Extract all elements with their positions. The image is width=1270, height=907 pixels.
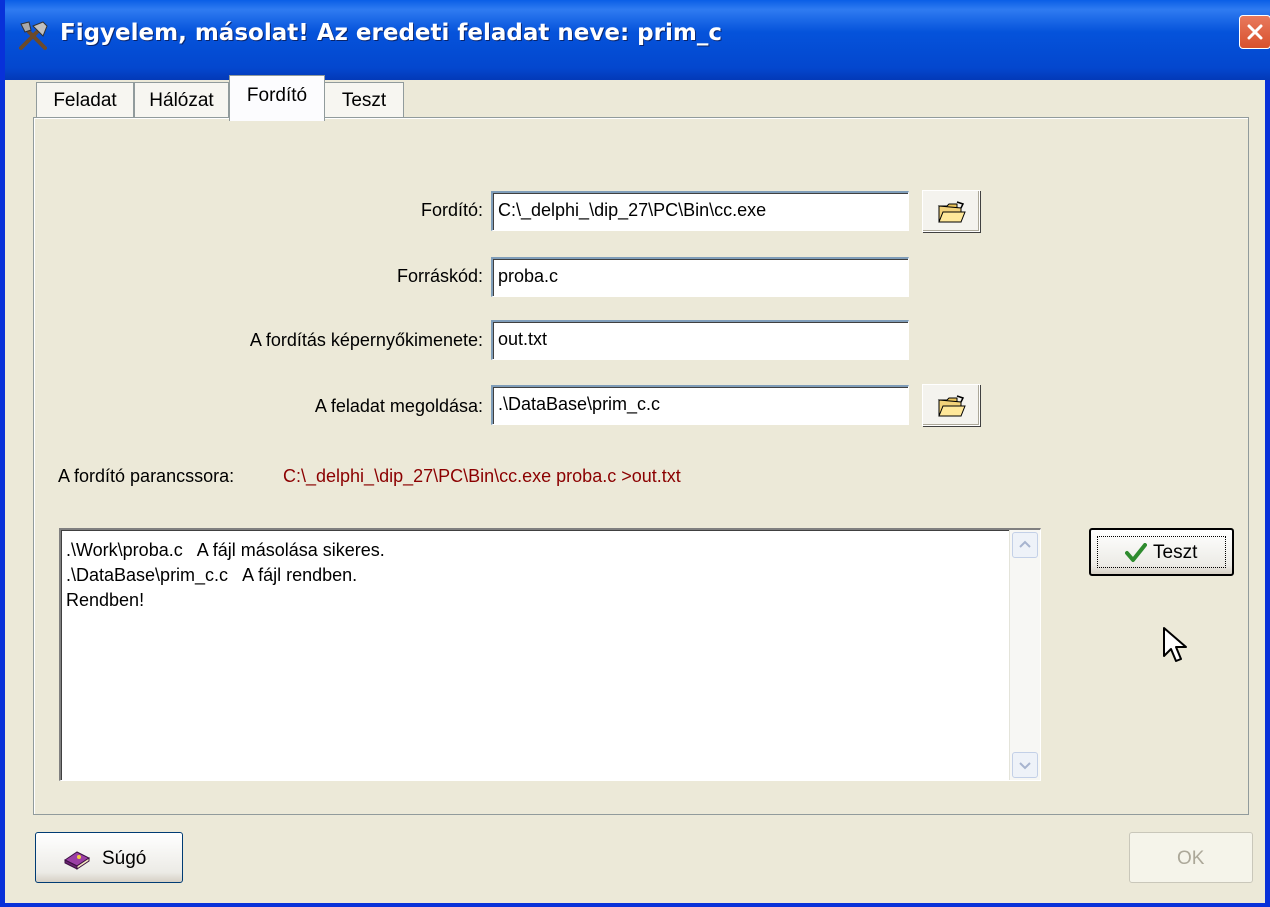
command-line-label: A fordító parancssora: (58, 466, 235, 486)
log-line: .\Work\proba.c A fájl másolása sikeres. (66, 540, 385, 560)
log-lines: .\Work\proba.c A fájl másolása sikeres. … (66, 538, 385, 613)
tab-feladat[interactable]: Feladat (36, 82, 134, 118)
log-scrollbar[interactable] (1009, 530, 1040, 780)
compiler-field[interactable]: C:\_delphi_\dip_27\PC\Bin\cc.exe (491, 191, 909, 231)
tools-icon (19, 21, 48, 50)
test-button-label: Teszt (1153, 542, 1198, 563)
help-book-icon (64, 851, 90, 870)
log-line: Rendben! (66, 590, 145, 610)
log-output[interactable]: .\Work\proba.c A fájl másolása sikeres. … (59, 528, 1041, 781)
help-button-label: Súgó (102, 848, 147, 869)
compiler-label: Fordító: (420, 200, 483, 220)
test-button[interactable]: Teszt (1089, 528, 1234, 576)
log-line: .\DataBase\prim_c.c A fájl rendben. (66, 565, 358, 585)
ok-button[interactable]: OK (1129, 832, 1253, 883)
solution-label: A feladat megoldása: (314, 396, 483, 416)
solution-browse-button[interactable] (922, 384, 980, 426)
source-label: Forráskód: (396, 266, 483, 286)
window-title: Figyelem, másolat! Az eredeti feladat ne… (60, 20, 722, 46)
mouse-cursor-icon (1163, 627, 1187, 662)
close-button[interactable] (1239, 15, 1270, 49)
command-line-value: C:\_delphi_\dip_27\PC\Bin\cc.exe proba.c… (283, 466, 681, 486)
tab-halozat[interactable]: Hálózat (134, 82, 229, 118)
chevron-down-icon (1019, 762, 1031, 770)
help-button[interactable]: Súgó (35, 832, 183, 883)
output-field[interactable]: out.txt (491, 320, 909, 360)
scroll-down-button[interactable] (1012, 752, 1038, 778)
tab-teszt[interactable]: Teszt (324, 82, 404, 118)
title-bar[interactable]: Figyelem, másolat! Az eredeti feladat ne… (5, 0, 1270, 80)
chevron-up-icon (1019, 540, 1031, 548)
checkmark-icon (1125, 543, 1147, 562)
close-icon (1247, 24, 1263, 40)
ok-button-label: OK (1177, 848, 1205, 869)
source-field[interactable]: proba.c (491, 257, 909, 297)
output-label: A fordítás képernyőkimenete: (249, 330, 483, 350)
dialog-window: Figyelem, másolat! Az eredeti feladat ne… (0, 0, 1270, 907)
solution-field[interactable]: .\DataBase\prim_c.c (491, 385, 909, 425)
tab-fordito[interactable]: Fordító (229, 75, 325, 121)
scroll-up-button[interactable] (1012, 532, 1038, 558)
open-folder-icon (937, 201, 966, 223)
compiler-browse-button[interactable] (922, 190, 980, 232)
open-folder-icon (937, 395, 966, 417)
